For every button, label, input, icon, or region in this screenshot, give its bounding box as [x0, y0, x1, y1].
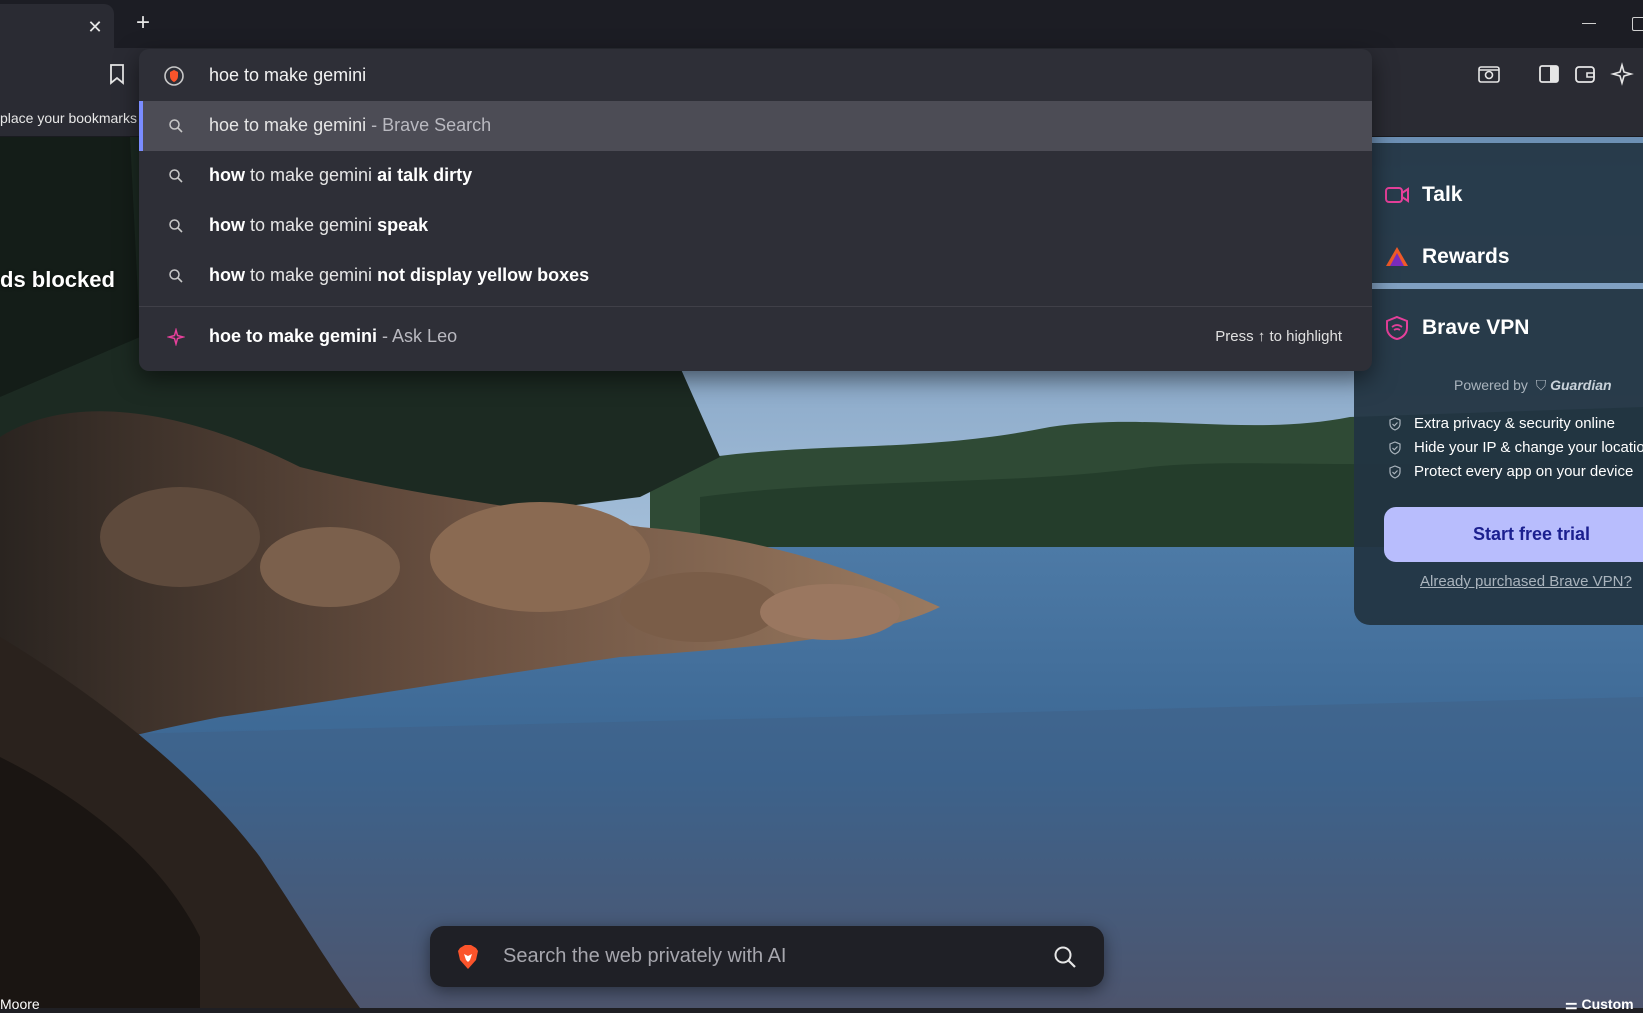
ask-leo-row[interactable]: hoe to make gemini - Ask Leo Press ↑ to …	[139, 312, 1372, 362]
screenshot-search-icon[interactable]	[1477, 62, 1501, 86]
wallet-icon[interactable]	[1573, 62, 1597, 86]
start-free-trial-button[interactable]: Start free trial	[1384, 507, 1643, 562]
bookmark-icon[interactable]	[105, 62, 129, 86]
customize-button[interactable]: ⚌ Custom	[1565, 996, 1634, 1013]
search-icon	[169, 219, 183, 233]
talk-rewards-card: Talk Rewards	[1354, 143, 1643, 283]
vpn-shield-icon	[1386, 315, 1408, 341]
brave-shield-icon[interactable]	[163, 65, 185, 87]
search-icon	[169, 269, 183, 283]
vpn-feature-text: Extra privacy & security online	[1414, 415, 1615, 432]
suggestion-row[interactable]: hoe to make gemini - Brave Search	[139, 101, 1372, 151]
tab-close-icon[interactable]: ✕	[84, 16, 106, 38]
ai-search-box[interactable]: Search the web privately with AI	[430, 926, 1104, 987]
suggestion-row[interactable]: how to make gemini speak	[139, 201, 1372, 251]
suggestion-row[interactable]: how to make gemini not display yellow bo…	[139, 251, 1372, 301]
guardian-logo: Guardian	[1550, 377, 1612, 393]
more-link[interactable]: Moore	[0, 996, 40, 1012]
search-icon	[169, 119, 183, 133]
vpn-title: Brave VPN	[1422, 316, 1530, 339]
customize-icon: ⚌	[1565, 996, 1582, 1012]
already-purchased-link[interactable]: Already purchased Brave VPN?	[1420, 573, 1632, 590]
check-shield-icon	[1389, 416, 1401, 431]
talk-widget[interactable]: Talk	[1384, 180, 1462, 210]
omnibox-divider	[139, 306, 1372, 307]
press-to-highlight-hint: Press ↑ to highlight	[1215, 328, 1342, 345]
suggestion-text: how to make gemini speak	[209, 215, 429, 235]
window-maximize-button[interactable]	[1632, 17, 1643, 31]
omnibox-dropdown: hoe to make gemini - Brave Search how to…	[139, 49, 1372, 371]
search-icon[interactable]	[1052, 944, 1078, 970]
powered-by-guardian: Powered by ⛉ Guardian	[1454, 377, 1612, 394]
vpn-feature-text: Protect every app on your device	[1414, 463, 1634, 480]
ads-blocked-stat: ds blocked	[0, 267, 115, 292]
tab-strip: ✕ +	[0, 0, 1643, 48]
ai-search-placeholder: Search the web privately with AI	[503, 945, 787, 967]
talk-label: Talk	[1422, 183, 1463, 206]
tab-active[interactable]: ✕	[0, 4, 114, 48]
customize-label: Custom	[1581, 996, 1634, 1012]
talk-camera-icon	[1385, 187, 1409, 203]
check-shield-icon	[1389, 440, 1401, 455]
sidebar-toggle-icon[interactable]	[1537, 62, 1561, 86]
vpn-feature-text: Hide your IP & change your location	[1414, 439, 1643, 456]
suggestion-text: hoe to make gemini - Brave Search	[209, 115, 492, 135]
leo-ai-icon[interactable]	[1610, 62, 1634, 86]
search-icon	[169, 169, 183, 183]
rewards-widget[interactable]: Rewards	[1384, 242, 1510, 272]
suggestion-text: how to make gemini ai talk dirty	[209, 165, 473, 185]
omnibox-input-row	[139, 49, 1372, 101]
vpn-feature-item: Hide your IP & change your location	[1388, 439, 1643, 456]
guardian-shield-icon: ⛉	[1531, 377, 1547, 393]
check-shield-icon	[1389, 464, 1401, 479]
powered-by-label: Powered by	[1454, 377, 1528, 393]
rewards-label: Rewards	[1422, 245, 1510, 268]
vpn-feature-item: Extra privacy & security online	[1388, 415, 1615, 432]
suggestion-row[interactable]: how to make gemini ai talk dirty	[139, 151, 1372, 201]
brave-vpn-card: Brave VPN Powered by ⛉ Guardian Extra pr…	[1354, 289, 1643, 625]
brave-lion-logo-icon	[458, 945, 478, 969]
new-tab-button[interactable]: +	[130, 11, 156, 37]
rewards-triangle-icon	[1386, 247, 1408, 266]
address-bar-input[interactable]	[209, 62, 1209, 88]
vpn-header: Brave VPN	[1384, 313, 1529, 343]
window-minimize-button[interactable]	[1578, 12, 1600, 34]
leo-sparkle-icon	[167, 328, 185, 346]
ask-leo-text: hoe to make gemini - Ask Leo	[209, 326, 458, 346]
vpn-feature-item: Protect every app on your device	[1388, 463, 1633, 480]
suggestion-text: how to make gemini not display yellow bo…	[209, 265, 590, 285]
